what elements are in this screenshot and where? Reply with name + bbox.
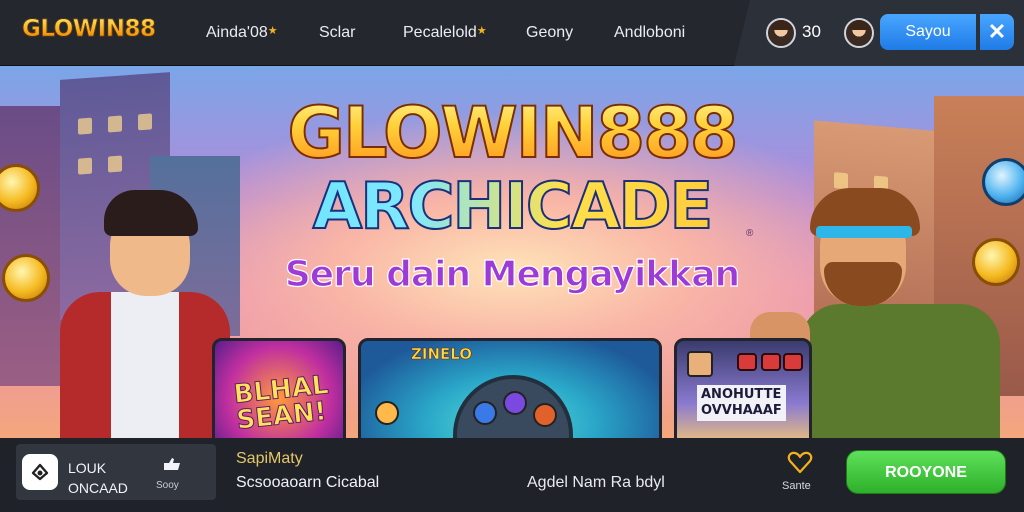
header-actions: 30 Sayou ✕ [734, 0, 1024, 66]
promo-text: Scsooaoarn Cicabal [236, 474, 380, 491]
cta-button[interactable]: ROOYONE [846, 450, 1006, 494]
user-avatar-icon[interactable] [844, 18, 874, 48]
character-body [60, 292, 230, 438]
game-card-1[interactable]: BLHAL SEAN! [212, 338, 346, 438]
app-label-line1: LOUK [68, 460, 107, 476]
promo-title: SapiMaty [236, 450, 303, 467]
nav-item-1[interactable]: Ainda'08★ [206, 24, 278, 42]
center-info-text: Agdel Nam Ra bdyl [527, 474, 665, 491]
nav-item-label: Sclar [319, 24, 356, 41]
heart-icon [787, 451, 813, 474]
online-count: 30 [802, 22, 821, 41]
game-card-title: ZINELO [411, 345, 473, 364]
game-card-3[interactable]: ANOHUTTE OVVHAAAF [674, 338, 812, 438]
app-download-box[interactable]: LOUK ONCAAD Sooy [16, 444, 216, 500]
game-card-title-line2: OVVHAAAF [701, 403, 782, 418]
gem-icon [473, 401, 497, 425]
nav-item-5[interactable]: Andloboni [614, 24, 685, 42]
star-icon: ★ [476, 25, 487, 37]
hero-subtitle: Seru dain Mengayikkan [284, 253, 740, 295]
hero-title-line1: GLOWIN888 [0, 91, 1024, 175]
hero-title-line2: ARCHICADE [0, 169, 1024, 245]
record-icon [737, 353, 757, 371]
nav-item-label: Andloboni [614, 24, 686, 41]
nav-item-label: Ainda'08 [206, 24, 268, 41]
game-card-title-line1: ANOHUTTE [701, 387, 782, 402]
game-card-title-line2: SEAN! [235, 396, 329, 436]
game-card-title: ANOHUTTE OVVHAAAF [697, 385, 786, 421]
close-icon[interactable]: ✕ [980, 14, 1014, 50]
thumbs-up-label: Sooy [156, 480, 179, 491]
game-card-title: BLHAL SEAN! [232, 370, 333, 437]
bottom-bar: LOUK ONCAAD Sooy SapiMaty Scsooaoarn Cic… [0, 438, 1024, 512]
character-body [800, 304, 1000, 438]
gem-icon [503, 391, 527, 415]
user-avatar-icon[interactable] [766, 18, 796, 48]
player-avatar-icon [687, 351, 713, 377]
app-icon [22, 454, 58, 490]
hero-banner[interactable]: GLOWIN888 ARCHICADE ® Seru dain Mengayik… [0, 66, 1024, 438]
app-label-line2: ONCAAD [68, 480, 128, 496]
favorite-button[interactable] [780, 450, 820, 479]
app-logo-icon [31, 463, 49, 481]
game-card-2[interactable]: ZINELO [358, 338, 662, 438]
registered-mark: ® [746, 228, 754, 239]
brand-logo[interactable]: GLOWIN88 [22, 16, 157, 43]
record-icon [761, 353, 781, 371]
gem-icon [375, 401, 399, 425]
favorite-label: Sante [782, 480, 811, 492]
nav-item-label: Pecalelold [403, 24, 477, 41]
thumbs-up-icon[interactable] [162, 456, 182, 472]
nav-item-3[interactable]: Pecalelold★ [403, 24, 487, 42]
login-button[interactable]: Sayou [880, 14, 976, 50]
gem-icon [533, 403, 557, 427]
star-icon: ★ [267, 25, 278, 37]
nav-item-label: Geony [526, 24, 574, 41]
nav-item-2[interactable]: Sclar [319, 24, 355, 42]
top-navigation-bar: GLOWIN88 Ainda'08★ Sclar Pecalelold★ Geo… [0, 0, 1024, 66]
record-icon [783, 353, 803, 371]
nav-item-4[interactable]: Geony [526, 24, 573, 42]
